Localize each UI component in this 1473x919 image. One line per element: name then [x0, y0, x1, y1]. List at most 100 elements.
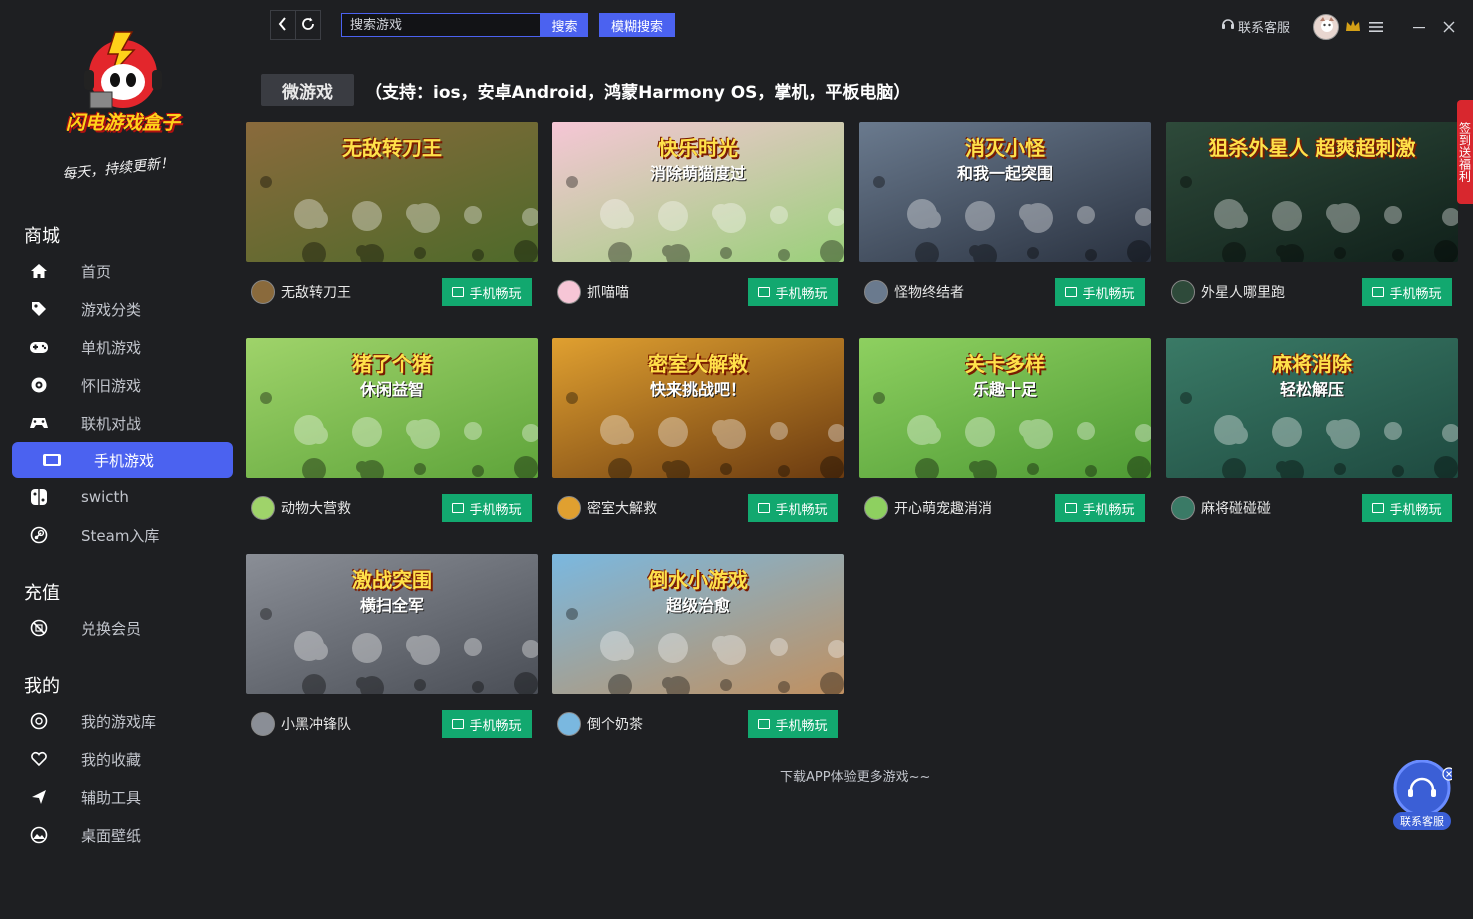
game-thumbnail[interactable]: 消灭小怪 和我一起突围: [859, 122, 1151, 262]
game-card[interactable]: 消灭小怪 和我一起突围怪物终结者 手机畅玩: [859, 122, 1151, 318]
thumbnail-subtitle: 横扫全军: [359, 596, 424, 615]
play-on-mobile-button[interactable]: 手机畅玩: [1055, 278, 1145, 306]
game-card[interactable]: 猪了个猪 休闲益智 动物大营救 手机畅玩: [246, 338, 538, 534]
game-thumbnail[interactable]: 倒水小游戏 超级治愈: [552, 554, 844, 694]
game-thumbnail[interactable]: 麻将消除 轻松解压: [1166, 338, 1458, 478]
back-button[interactable]: [270, 10, 296, 40]
tablet-icon: [1372, 287, 1385, 297]
game-thumbnail[interactable]: 关卡多样 乐趣十足: [859, 338, 1151, 478]
sidebar-item-categories[interactable]: 游戏分类: [12, 291, 233, 327]
sidebar-item-favorites[interactable]: 我的收藏: [12, 741, 233, 777]
chevron-left-icon: [278, 16, 288, 35]
headset-icon: [1220, 16, 1236, 36]
section-title-store: 商城: [24, 226, 60, 247]
sidebar-item-home[interactable]: 首页: [12, 253, 233, 289]
game-card[interactable]: 麻将消除 轻松解压 麻将碰碰碰 手机畅玩: [1166, 338, 1458, 534]
game-card[interactable]: 密室大解救 快来挑战吧！ 密室大解救 手机畅玩: [552, 338, 844, 534]
search-button[interactable]: 搜索: [541, 13, 588, 37]
game-icon: [1171, 280, 1195, 304]
slogan: 每天，持续更新！: [61, 155, 175, 183]
tablet-icon: [758, 719, 771, 729]
play-on-mobile-button[interactable]: 手机畅玩: [748, 278, 838, 306]
tag-icon: [29, 299, 49, 319]
sidebar-item-label: 手机游戏: [94, 451, 155, 470]
crown-icon: [1345, 18, 1361, 38]
controller-icon: [29, 413, 49, 433]
tablet-icon: [1065, 287, 1078, 297]
game-card-footer: 开心萌宠趣消消 手机畅玩: [859, 492, 1151, 524]
sidebar-item-redeem[interactable]: 兑换会员: [12, 610, 233, 646]
refresh-button[interactable]: [295, 10, 321, 40]
tablet-icon: [452, 287, 465, 297]
game-thumbnail[interactable]: 猪了个猪 休闲益智: [246, 338, 538, 478]
tools-icon: [29, 787, 49, 807]
game-card[interactable]: 狙杀外星人 超爽超刺激外星人哪里跑 手机畅玩: [1166, 122, 1458, 318]
sidebar-item-mobile[interactable]: 手机游戏: [12, 442, 233, 478]
gamepad-icon: [29, 337, 49, 357]
play-button-label: 手机畅玩: [469, 501, 522, 517]
sidebar-item-label: 游戏分类: [81, 300, 142, 319]
sidebar-item-steam[interactable]: Steam入库: [12, 517, 233, 553]
game-icon: [1171, 496, 1195, 520]
sidebar-item-library[interactable]: 我的游戏库: [12, 703, 233, 739]
thumbnail-subtitle: 休闲益智: [359, 380, 424, 399]
play-button-label: 手机畅玩: [1082, 285, 1135, 301]
floating-support-label: 联系客服: [1393, 812, 1451, 830]
sidebar-item-switch[interactable]: swicth: [12, 479, 233, 515]
sidebar-item-label: 单机游戏: [81, 338, 142, 357]
sidebar-item-label: 首页: [81, 262, 112, 281]
play-on-mobile-button[interactable]: 手机畅玩: [748, 494, 838, 522]
sidebar-item-retro[interactable]: 怀旧游戏: [12, 367, 233, 403]
category-tag: 微游戏: [261, 74, 354, 106]
game-card[interactable]: 快乐时光 消除萌猫度过 抓喵喵 手机畅玩: [552, 122, 844, 318]
game-card-footer: 外星人哪里跑 手机畅玩: [1166, 276, 1458, 308]
sidebar-item-single-player[interactable]: 单机游戏: [12, 329, 233, 365]
sign-in-reward-tab[interactable]: 签到送福利: [1457, 100, 1473, 204]
play-on-mobile-button[interactable]: 手机畅玩: [442, 494, 532, 522]
game-card[interactable]: 无敌转刀王无敌转刀王 手机畅玩: [246, 122, 538, 318]
game-thumbnail[interactable]: 密室大解救 快来挑战吧！: [552, 338, 844, 478]
game-card[interactable]: 倒水小游戏 超级治愈 倒个奶茶 手机畅玩: [552, 554, 844, 750]
game-thumbnail[interactable]: 狙杀外星人 超爽超刺激: [1166, 122, 1458, 262]
game-icon: [864, 280, 888, 304]
play-on-mobile-button[interactable]: 手机畅玩: [748, 710, 838, 738]
play-on-mobile-button[interactable]: 手机畅玩: [442, 278, 532, 306]
tablet-icon: [1065, 503, 1078, 513]
avatar[interactable]: [1313, 14, 1339, 40]
thumbnail-subtitle: 轻松解压: [1279, 380, 1344, 399]
sidebar-item-wallpaper[interactable]: 桌面壁纸: [12, 817, 233, 853]
sidebar-item-tools[interactable]: 辅助工具: [12, 779, 233, 815]
play-on-mobile-button[interactable]: 手机畅玩: [1055, 494, 1145, 522]
play-on-mobile-button[interactable]: 手机畅玩: [442, 710, 532, 738]
app-logo[interactable]: 闪电游戏盒子: [60, 22, 186, 140]
play-on-mobile-button[interactable]: 手机畅玩: [1362, 494, 1452, 522]
game-card[interactable]: 激战突围 横扫全军 小黑冲锋队 手机畅玩: [246, 554, 538, 750]
game-thumbnail[interactable]: 无敌转刀王: [246, 122, 538, 262]
tablet-icon: [758, 503, 771, 513]
wallpaper-icon: [29, 825, 49, 845]
sidebar-item-label: 我的游戏库: [81, 712, 157, 731]
close-icon[interactable]: [1441, 19, 1457, 39]
sidebar-item-online[interactable]: 联机对战: [12, 405, 233, 441]
game-icon: [557, 496, 581, 520]
game-thumbnail[interactable]: 激战突围 横扫全军: [246, 554, 538, 694]
thumbnail-title: 激战突围: [352, 568, 432, 592]
tablet-icon: [758, 287, 771, 297]
play-on-mobile-button[interactable]: 手机畅玩: [1362, 278, 1452, 306]
minimize-icon[interactable]: [1411, 19, 1427, 38]
thumbnail-title: 猪了个猪: [352, 352, 432, 376]
contact-support-link[interactable]: 联系客服: [1220, 16, 1290, 36]
game-thumbnail[interactable]: 快乐时光 消除萌猫度过: [552, 122, 844, 262]
refresh-icon: [301, 16, 315, 35]
fuzzy-search-button[interactable]: 模糊搜索: [599, 13, 675, 37]
floating-support-button[interactable]: 联系客服: [1392, 759, 1456, 832]
heart-icon: [29, 749, 49, 769]
thumbnail-title: 关卡多样: [965, 352, 1045, 376]
menu-icon[interactable]: [1368, 19, 1384, 38]
tablet-icon: [452, 503, 465, 513]
game-card[interactable]: 关卡多样 乐趣十足开心萌宠趣消消 手机畅玩: [859, 338, 1151, 534]
search-input[interactable]: [341, 13, 541, 37]
game-card-footer: 怪物终结者 手机畅玩: [859, 276, 1151, 308]
game-card-footer: 无敌转刀王 手机畅玩: [246, 276, 538, 308]
thumbnail-title: 麻将消除: [1272, 352, 1352, 376]
